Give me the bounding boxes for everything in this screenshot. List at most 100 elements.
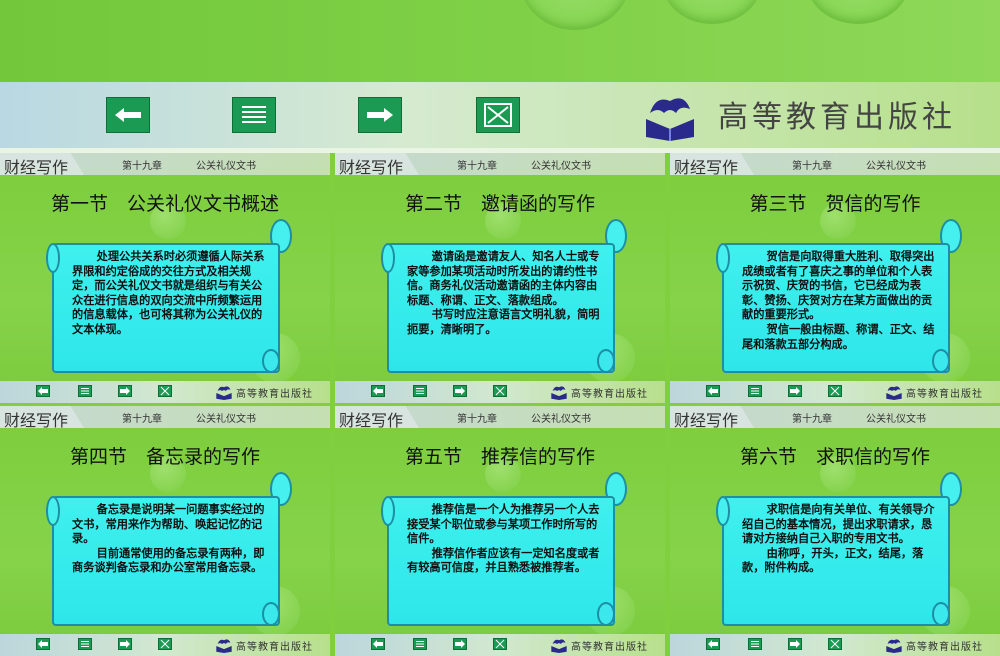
dragon-book-logo-icon [884,637,904,656]
list-icon [416,641,424,647]
menu-button[interactable] [78,638,92,650]
close-button[interactable] [158,385,172,397]
slide-paragraph: 推荐信是一个人为推荐另一个人去接受某个职位或参与某项工作时所写的信件。 [407,502,600,546]
arrow-right-icon [790,640,800,648]
menu-button[interactable] [748,385,762,397]
next-button[interactable] [788,638,802,650]
close-button[interactable] [493,385,507,397]
close-x-icon [495,386,505,396]
previous-button[interactable] [36,638,50,650]
publisher-name: 高等教育出版社 [718,100,956,135]
scroll-roll [46,496,60,526]
arrow-right-icon [455,640,465,648]
arrow-left-icon [373,387,383,395]
menu-button[interactable] [748,638,762,650]
menu-button[interactable] [413,638,427,650]
previous-button[interactable] [106,97,150,133]
slide-title: 第五节 推荐信的写作 [404,446,595,468]
scroll-curl [262,602,280,626]
dragon-book-logo-icon [214,637,234,656]
next-button[interactable] [118,638,132,650]
previous-button[interactable] [706,638,720,650]
close-x-icon [495,639,505,649]
chapter-label: 第十九章 [792,414,832,425]
slide-thumbnail[interactable]: 财经写作 第十九章 公关礼仪文书 第六节 求职信的写作 求职信是向有关单位、有关… [670,406,1000,656]
course-name: 财经写作 [674,158,739,177]
chapter-label: 第十九章 [457,161,497,172]
menu-button[interactable] [413,385,427,397]
chapter-subject: 公关礼仪文书 [196,414,256,425]
slide-title: 第六节 求职信的写作 [739,446,930,468]
slide-paragraph: 备忘录是说明某一问题事实经过的文书，常用来作为帮助、唤起记忆的记录。 [72,502,265,546]
close-button[interactable] [828,638,842,650]
arrow-left-icon [708,387,718,395]
chapter-subject: 公关礼仪文书 [866,414,926,425]
close-button[interactable] [828,385,842,397]
slide-footer-bar: 高等教育出版社 [335,634,665,656]
close-x-icon [830,639,840,649]
slide-body: 备忘录是说明某一问题事实经过的文书，常用来作为帮助、唤起记忆的记录。 目前通常使用… [72,502,272,575]
close-button[interactable] [493,638,507,650]
dragon-book-logo-icon [884,384,904,403]
slide-paragraph: 推荐信作者应该有一定知名度或者有较高可信度，并且熟悉被推荐者。 [407,545,600,575]
close-button[interactable] [158,638,172,650]
slide-thumbnail[interactable]: 财经写作 第十九章 公关礼仪文书 第三节 贺信的写作 贺信是向取得重大胜利、取得… [670,153,1000,403]
course-name: 财经写作 [339,411,404,430]
close-button[interactable] [476,97,520,133]
slide-paragraph: 贺信是向取得重大胜利、取得突出成绩或者有了喜庆之事的单位和个人表示祝贺、庆贺的书… [742,249,935,322]
slide-thumbnail[interactable]: 财经写作 第十九章 公关礼仪文书 第五节 推荐信的写作 推荐信是一个人为推荐另一… [335,406,665,656]
footer-publisher-name: 高等教育出版社 [571,642,648,653]
slide-footer-bar: 高等教育出版社 [670,381,1000,403]
arrow-right-icon [120,640,130,648]
close-x-icon [830,386,840,396]
menu-button[interactable] [78,385,92,397]
arrow-right-icon [367,108,393,122]
slide-thumbnail[interactable]: 财经写作 第十九章 公关礼仪文书 第二节 邀请函的写作 邀请函是邀请友人、知名人… [335,153,665,403]
next-button[interactable] [358,97,402,133]
slide-paragraph: 处理公共关系时必须遵循人际关系界限和约定俗成的交往方式及相关规定，而公关礼仪文书… [72,249,265,336]
course-name: 财经写作 [339,158,404,177]
slide-title: 第四节 备忘录的写作 [69,446,260,468]
scroll-roll [381,496,395,526]
banner-decoration [520,0,630,30]
arrow-right-icon [790,387,800,395]
dragon-book-logo-icon [549,384,569,403]
next-button[interactable] [118,385,132,397]
slide-body: 处理公共关系时必须遵循人际关系界限和约定俗成的交往方式及相关规定，而公关礼仪文书… [72,249,272,337]
next-button[interactable] [453,385,467,397]
slide-thumbnail[interactable]: 财经写作 第十九章 公关礼仪文书 第四节 备忘录的写作 备忘录是说明某一问题事实… [0,406,330,656]
slide-footer-bar: 高等教育出版社 [0,634,330,656]
next-button[interactable] [788,385,802,397]
scroll-roll [716,243,730,273]
footer-publisher-name: 高等教育出版社 [906,389,983,400]
next-button[interactable] [453,638,467,650]
slide-footer-bar: 高等教育出版社 [335,381,665,403]
top-banner [0,0,1000,82]
arrow-left-icon [115,108,141,122]
chapter-subject: 公关礼仪文书 [531,414,591,425]
arrow-left-icon [373,640,383,648]
slide-paragraph: 贺信一般由标题、称谓、正文、结尾和落款五部分构成。 [742,321,935,351]
chapter-label: 第十九章 [122,414,162,425]
slide-title: 第一节 公关礼仪文书概述 [50,193,279,215]
previous-button[interactable] [371,385,385,397]
scroll-curl [597,349,615,373]
slide-thumbnail[interactable]: 财经写作 第十九章 公关礼仪文书 第一节 公关礼仪文书概述 处理公共关系时必须遵… [0,153,330,403]
arrow-right-icon [455,387,465,395]
list-icon [751,388,759,394]
list-icon [81,641,89,647]
slide-header: 财经写作 第十九章 公关礼仪文书 [0,153,330,177]
previous-button[interactable] [371,638,385,650]
menu-button[interactable] [232,97,276,133]
slide-title: 第二节 邀请函的写作 [404,193,595,215]
footer-publisher-name: 高等教育出版社 [236,389,313,400]
previous-button[interactable] [36,385,50,397]
scroll-roll [46,243,60,273]
previous-button[interactable] [706,385,720,397]
slide-body: 邀请函是邀请友人、知名人士或专家等参加某项活动时所发出的请约性书信。商务礼仪活动… [407,249,607,337]
list-icon [81,388,89,394]
dragon-book-logo-icon [549,637,569,656]
footer-publisher-name: 高等教育出版社 [906,642,983,653]
chapter-subject: 公关礼仪文书 [196,161,256,172]
close-x-icon [160,639,170,649]
